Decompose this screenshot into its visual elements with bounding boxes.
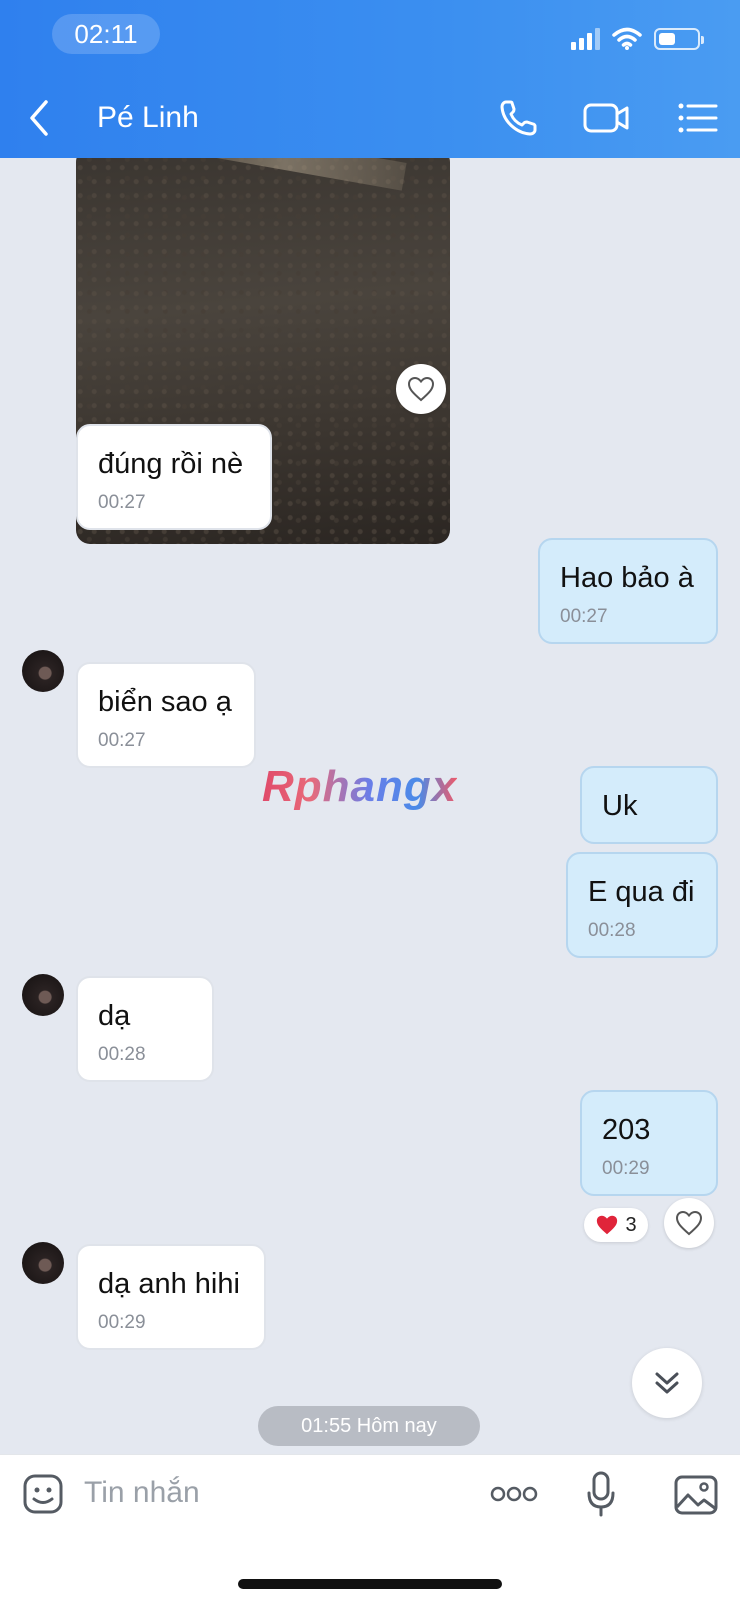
more-icon[interactable] — [490, 1485, 538, 1503]
reaction-summary[interactable]: 3 — [584, 1208, 648, 1242]
message-time: 00:27 — [98, 492, 146, 513]
heart-icon — [407, 376, 435, 402]
signal-icon — [571, 28, 600, 50]
battery-icon — [654, 28, 704, 50]
message-outgoing[interactable]: Uk — [580, 766, 718, 844]
scroll-to-bottom-button[interactable] — [632, 1348, 702, 1418]
wifi-icon — [612, 27, 642, 50]
message-input[interactable] — [84, 1471, 464, 1515]
message-outgoing[interactable]: 203 00:29 — [580, 1090, 718, 1196]
chat-header: 02:11 Pé Linh — [0, 0, 740, 158]
message-incoming[interactable]: dạ anh hihi 00:29 — [76, 1244, 266, 1350]
message-text: Hao bảo à — [560, 562, 694, 594]
message-time: 00:28 — [588, 920, 636, 941]
avatar[interactable] — [22, 650, 64, 692]
message-text: dạ anh hihi — [98, 1268, 240, 1300]
mic-icon[interactable] — [586, 1471, 616, 1519]
watermark: Rphangx — [262, 762, 458, 811]
message-outgoing[interactable]: Hao bảo à 00:27 — [538, 538, 718, 644]
message-text: biển sao ạ — [98, 686, 232, 718]
message-incoming[interactable]: đúng rồi nè 00:27 — [76, 424, 272, 530]
message-outgoing[interactable]: E qua đi 00:28 — [566, 852, 718, 958]
avatar[interactable] — [22, 974, 64, 1016]
message-time: 00:29 — [98, 1312, 146, 1333]
status-time: 02:11 — [52, 14, 160, 54]
home-indicator — [238, 1579, 502, 1589]
chat-area[interactable]: đúng rồi nè 00:27 Hao bảo à 00:27 biển s… — [0, 158, 740, 1454]
message-time: 00:28 — [98, 1044, 146, 1065]
react-button[interactable] — [396, 364, 446, 414]
status-icons — [571, 24, 704, 54]
sticker-icon[interactable] — [22, 1473, 64, 1515]
message-time: 00:27 — [560, 606, 608, 627]
avatar[interactable] — [22, 1242, 64, 1284]
message-text: E qua đi — [588, 876, 695, 908]
heart-icon — [675, 1210, 703, 1236]
message-time: 00:29 — [602, 1158, 650, 1179]
react-button[interactable] — [664, 1198, 714, 1248]
image-icon[interactable] — [674, 1475, 718, 1515]
message-text: dạ — [98, 1000, 131, 1032]
back-icon[interactable] — [24, 96, 54, 140]
chevron-down-icon — [655, 1372, 679, 1394]
heart-icon — [597, 1215, 618, 1235]
message-time: 00:27 — [98, 730, 146, 751]
reaction-count: 3 — [625, 1213, 637, 1236]
message-incoming[interactable]: biển sao ạ 00:27 — [76, 662, 256, 768]
menu-icon[interactable] — [676, 96, 724, 140]
video-icon[interactable] — [582, 96, 630, 140]
message-text: 203 — [602, 1114, 651, 1146]
message-incoming[interactable]: dạ 00:28 — [76, 976, 214, 1082]
date-separator: 01:55 Hôm nay — [258, 1406, 480, 1446]
message-composer — [0, 1454, 740, 1600]
message-text: đúng rồi nè — [98, 448, 244, 480]
contact-name[interactable]: Pé Linh — [97, 98, 199, 138]
phone-icon[interactable] — [496, 96, 544, 140]
message-text: Uk — [602, 790, 638, 822]
